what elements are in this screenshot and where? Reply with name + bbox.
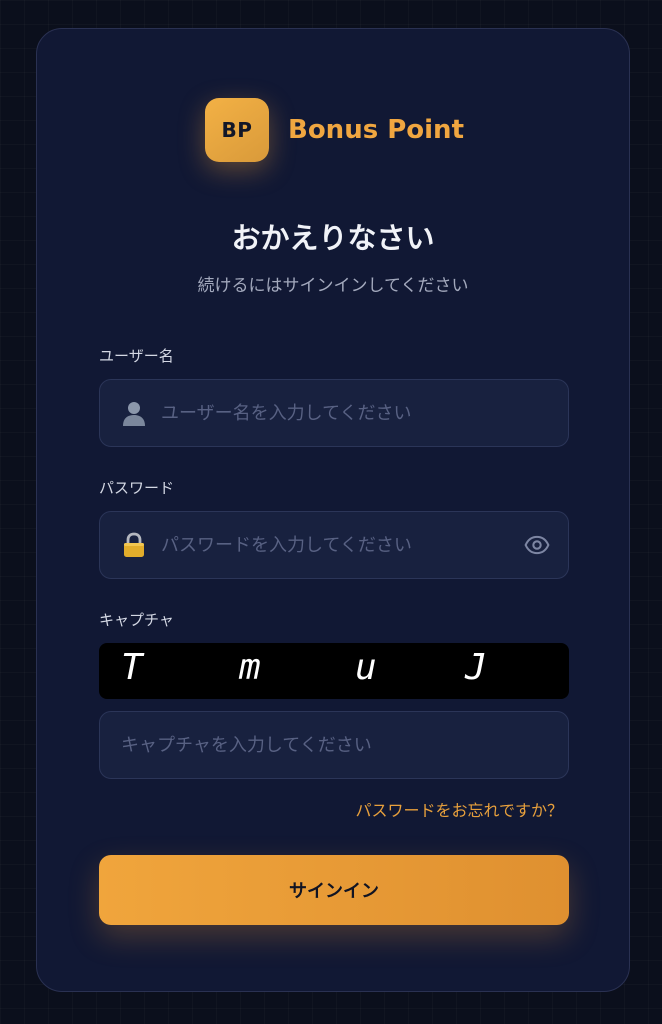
forgot-password-link[interactable]: パスワードをお忘れですか？	[355, 797, 563, 821]
username-input[interactable]	[148, 380, 568, 446]
username-label: ユーザー名	[99, 347, 174, 365]
password-input[interactable]	[148, 512, 522, 578]
lock-icon	[120, 531, 148, 559]
username-field[interactable]	[99, 379, 569, 447]
logo-badge: BP	[205, 98, 269, 162]
brand: BP Bonus Point	[205, 97, 464, 163]
brand-name: Bonus Point	[288, 115, 464, 145]
captcha-field[interactable]	[99, 711, 569, 779]
user-icon	[120, 399, 148, 427]
password-label: パスワード	[99, 479, 175, 497]
page-title: おかえりなさい	[231, 221, 435, 255]
captcha-char: J	[465, 647, 487, 688]
captcha-char: m	[239, 647, 261, 688]
sign-in-button[interactable]: サインイン	[99, 855, 569, 925]
captcha-char: u	[355, 647, 377, 688]
captcha-image: T m u J	[99, 643, 569, 699]
logo-text: BP	[221, 118, 253, 142]
captcha-input[interactable]	[100, 712, 568, 778]
captcha-char: T	[121, 647, 143, 688]
login-card: BP Bonus Point おかえりなさい 続けるにはサインインしてください …	[36, 28, 630, 992]
password-field[interactable]	[99, 511, 569, 579]
eye-icon[interactable]	[522, 530, 552, 560]
captcha-label: キャプチャ	[99, 611, 174, 629]
page-subtitle: 続けるにはサインインしてください	[197, 276, 469, 296]
